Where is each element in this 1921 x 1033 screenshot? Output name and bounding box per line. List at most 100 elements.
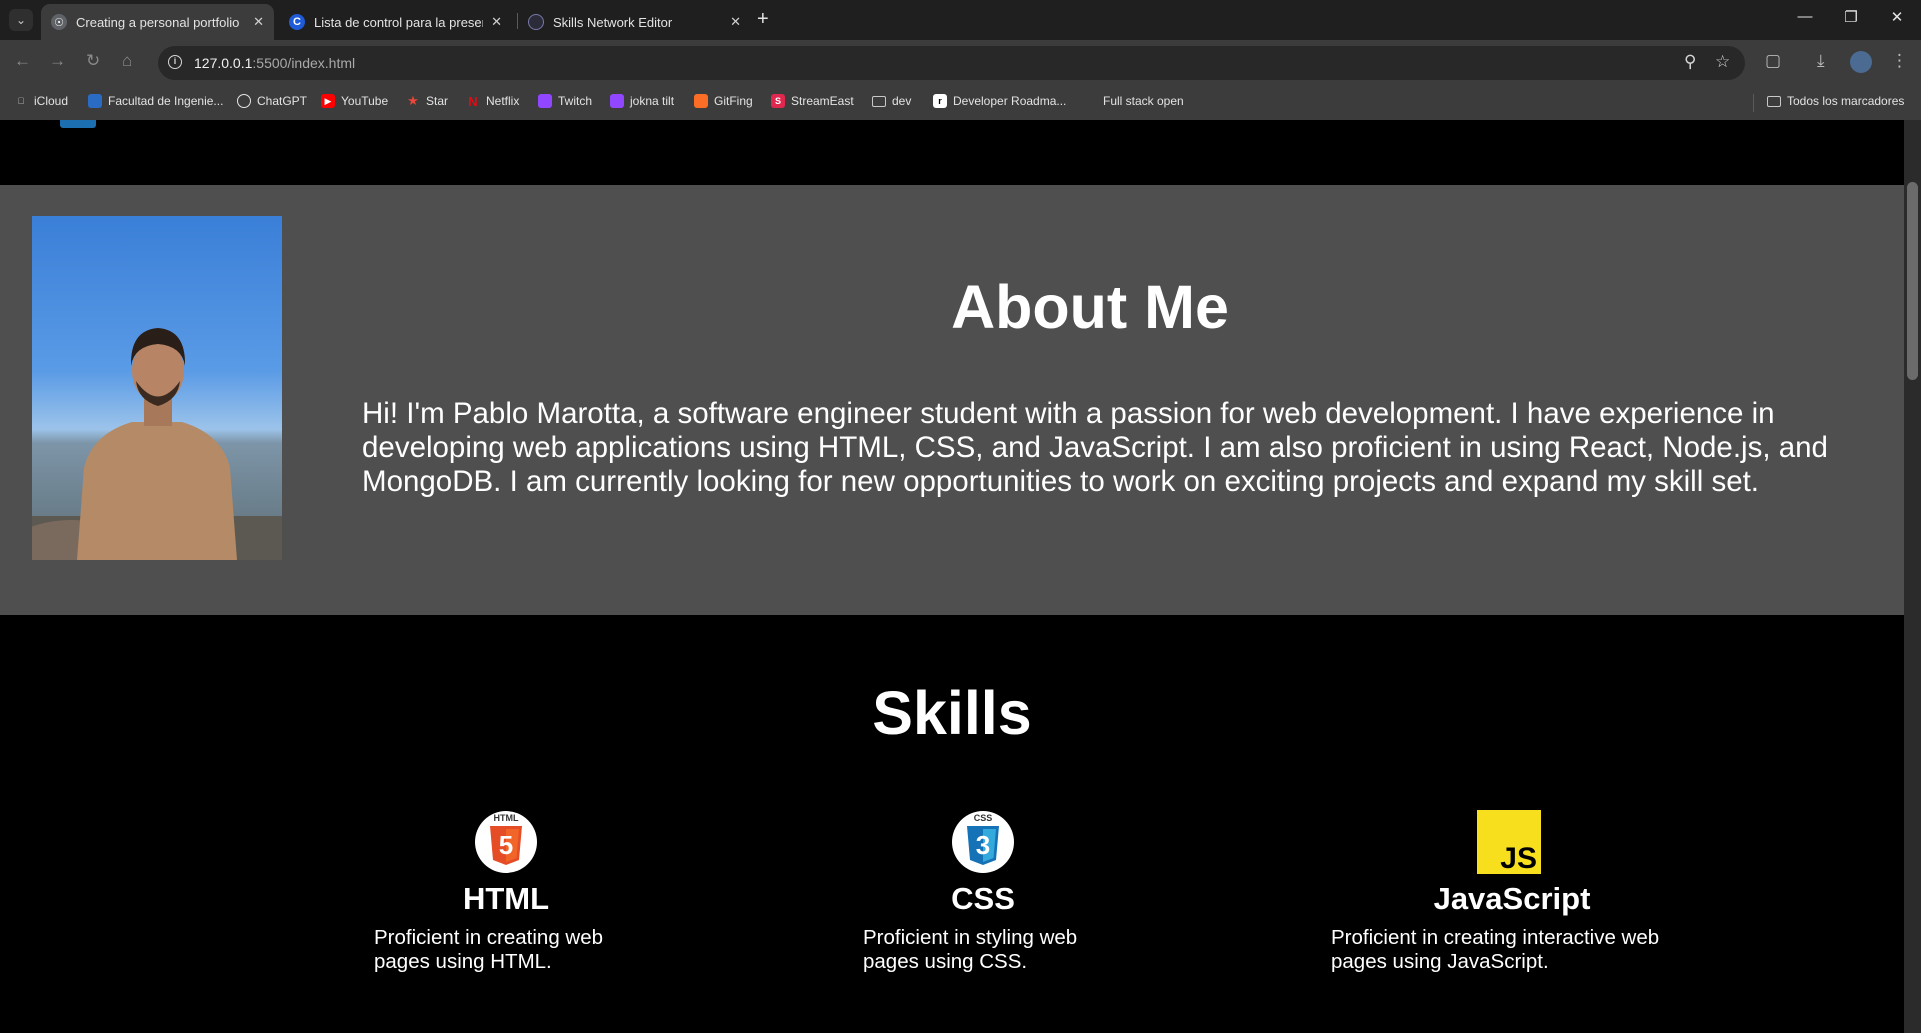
- bookmark-streameast[interactable]: S StreamEast: [771, 94, 854, 108]
- twitch-icon: [610, 94, 624, 108]
- tab-title: Creating a personal portfolio: [76, 14, 240, 30]
- facultad-icon: [88, 94, 102, 108]
- tab-search-button[interactable]: ⌄: [9, 9, 33, 31]
- streameast-icon: S: [771, 94, 785, 108]
- skill-description: Proficient in creating web pages using H…: [374, 926, 604, 973]
- bookmark-chatgpt[interactable]: ChatGPT: [237, 94, 307, 108]
- bookmarks-bar:  iCloud Facultad de Ingenie... ChatGPT ▶…: [0, 85, 1921, 120]
- bookmark-label: YouTube: [341, 94, 389, 108]
- star-icon: ★: [407, 93, 419, 108]
- svg-text:HTML: HTML: [494, 813, 519, 823]
- bookmark-label: Facultad de Ingenie...: [108, 94, 224, 108]
- profile-avatar[interactable]: [1850, 51, 1872, 73]
- window-close-icon[interactable]: ✕: [1882, 8, 1912, 26]
- url-text[interactable]: 127.0.0.1:5500/index.html: [194, 55, 355, 71]
- roadmap-icon: r: [933, 94, 947, 108]
- forward-arrow-icon[interactable]: →: [49, 51, 66, 71]
- profile-photo-illustration: [32, 328, 282, 560]
- apple-icon: : [14, 94, 28, 108]
- site-info-icon[interactable]: i: [168, 55, 182, 69]
- svg-text:5: 5: [499, 830, 513, 860]
- bookmark-netflix[interactable]: N Netflix: [466, 93, 520, 109]
- back-arrow-icon[interactable]: ←: [14, 51, 31, 71]
- bookmark-label: Developer Roadma...: [953, 94, 1067, 108]
- bookmark-label: ChatGPT: [257, 94, 308, 108]
- address-bar[interactable]: i 127.0.0.1:5500/index.html ⚲ ☆: [158, 46, 1745, 80]
- bookmark-label: Star: [426, 94, 449, 108]
- css3-icon: 3 CSS: [951, 810, 1015, 874]
- bookmark-label: Todos los marcadores: [1787, 94, 1905, 108]
- bookmark-label: Full stack open: [1103, 94, 1184, 108]
- twitch-icon: [538, 94, 552, 108]
- skill-name: CSS: [951, 881, 1015, 916]
- bookmark-gitfing[interactable]: GitFing: [694, 94, 753, 108]
- browser-toolbar: ← → ↻ ⌂ i 127.0.0.1:5500/index.html ⚲ ☆ …: [0, 40, 1921, 85]
- bookmark-label: Netflix: [486, 94, 520, 108]
- bookmark-label: StreamEast: [791, 94, 854, 108]
- bookmark-label: iCloud: [34, 94, 69, 108]
- about-section: About Me Hi! I'm Pablo Marotta, a softwa…: [0, 185, 1904, 615]
- close-icon[interactable]: ✕: [253, 14, 264, 30]
- html5-icon: 5 HTML: [474, 810, 538, 874]
- bookmark-developer-roadmap[interactable]: r Developer Roadma...: [933, 94, 1066, 108]
- close-icon[interactable]: ✕: [730, 14, 741, 30]
- folder-icon: [872, 95, 886, 107]
- svg-text:3: 3: [976, 830, 990, 860]
- blank-page-icon: [1083, 94, 1097, 108]
- download-icon[interactable]: ⤓: [1817, 51, 1825, 71]
- bookmark-jokna-tilt[interactable]: jokna tilt: [610, 94, 674, 108]
- browser-chrome: ⌄ ☉ Creating a personal portfolio ✕ C Li…: [0, 0, 1921, 120]
- tab-strip: ⌄ ☉ Creating a personal portfolio ✕ C Li…: [0, 0, 1921, 40]
- skill-name: HTML: [462, 881, 550, 916]
- bookmark-twitch[interactable]: Twitch: [538, 94, 592, 108]
- tab-title: Skills Network Editor: [553, 14, 673, 30]
- all-bookmarks-folder[interactable]: Todos los marcadores: [1767, 94, 1904, 108]
- bookmark-label: GitFing: [714, 94, 753, 108]
- skills-network-icon: [528, 14, 544, 30]
- bookmark-icloud[interactable]:  iCloud: [14, 94, 68, 108]
- new-tab-plus-icon[interactable]: +: [757, 8, 769, 31]
- about-title: About Me: [951, 273, 1229, 341]
- bookmark-label: Twitch: [558, 94, 593, 108]
- c-logo-icon: C: [289, 14, 305, 30]
- tab-title: Lista de control para la presentación: [314, 14, 483, 30]
- bookmark-full-stack-open[interactable]: Full stack open: [1083, 94, 1184, 108]
- bookmarks-separator: [1753, 94, 1754, 112]
- scrollbar-thumb[interactable]: [1907, 182, 1918, 380]
- youtube-icon: ▶: [321, 94, 335, 108]
- tab-creating-portfolio[interactable]: ☉ Creating a personal portfolio ✕: [41, 4, 274, 40]
- javascript-icon: JS: [1477, 810, 1541, 875]
- folder-icon: [1767, 95, 1781, 107]
- skill-description: Proficient in creating interactive web p…: [1331, 926, 1660, 973]
- skill-description: Proficient in styling web pages using CS…: [863, 926, 1078, 973]
- bookmark-label: jokna tilt: [630, 94, 675, 108]
- extensions-icon[interactable]: ▢: [1765, 51, 1781, 71]
- svg-text:JS: JS: [1500, 842, 1537, 874]
- gitlab-icon: [694, 94, 708, 108]
- chatgpt-icon: [237, 94, 251, 108]
- about-text: Hi! I'm Pablo Marotta, a software engine…: [362, 397, 1828, 498]
- home-icon[interactable]: ⌂: [122, 51, 132, 71]
- zoom-icon[interactable]: ⚲: [1684, 52, 1696, 72]
- close-icon[interactable]: ✕: [491, 14, 502, 30]
- page-viewport: About Me Hi! I'm Pablo Marotta, a softwa…: [0, 120, 1904, 1033]
- profile-photo: [32, 216, 282, 560]
- skill-name: JavaScript: [1433, 881, 1591, 916]
- nav-bar-remnant[interactable]: [60, 120, 96, 128]
- bookmark-star[interactable]: ★ Star: [406, 93, 449, 108]
- minimize-icon[interactable]: —: [1790, 8, 1820, 25]
- bookmark-star-icon[interactable]: ☆: [1715, 52, 1730, 72]
- netflix-icon: N: [468, 93, 478, 109]
- svg-text:CSS: CSS: [974, 813, 993, 823]
- restore-icon[interactable]: ❐: [1836, 8, 1866, 26]
- reload-icon[interactable]: ↻: [86, 51, 100, 71]
- bookmark-label: dev: [892, 94, 912, 108]
- bookmark-youtube[interactable]: ▶ YouTube: [321, 94, 388, 108]
- tab-lista-de-control[interactable]: C Lista de control para la presentación …: [279, 4, 512, 40]
- bookmark-facultad[interactable]: Facultad de Ingenie...: [88, 94, 223, 108]
- tab-skills-network-editor[interactable]: Skills Network Editor ✕: [518, 4, 751, 40]
- globe-icon: ☉: [51, 14, 67, 30]
- bookmark-dev-folder[interactable]: dev: [872, 94, 911, 108]
- menu-kebab-icon[interactable]: ⋮: [1891, 51, 1908, 71]
- skills-title: Skills: [872, 679, 1032, 747]
